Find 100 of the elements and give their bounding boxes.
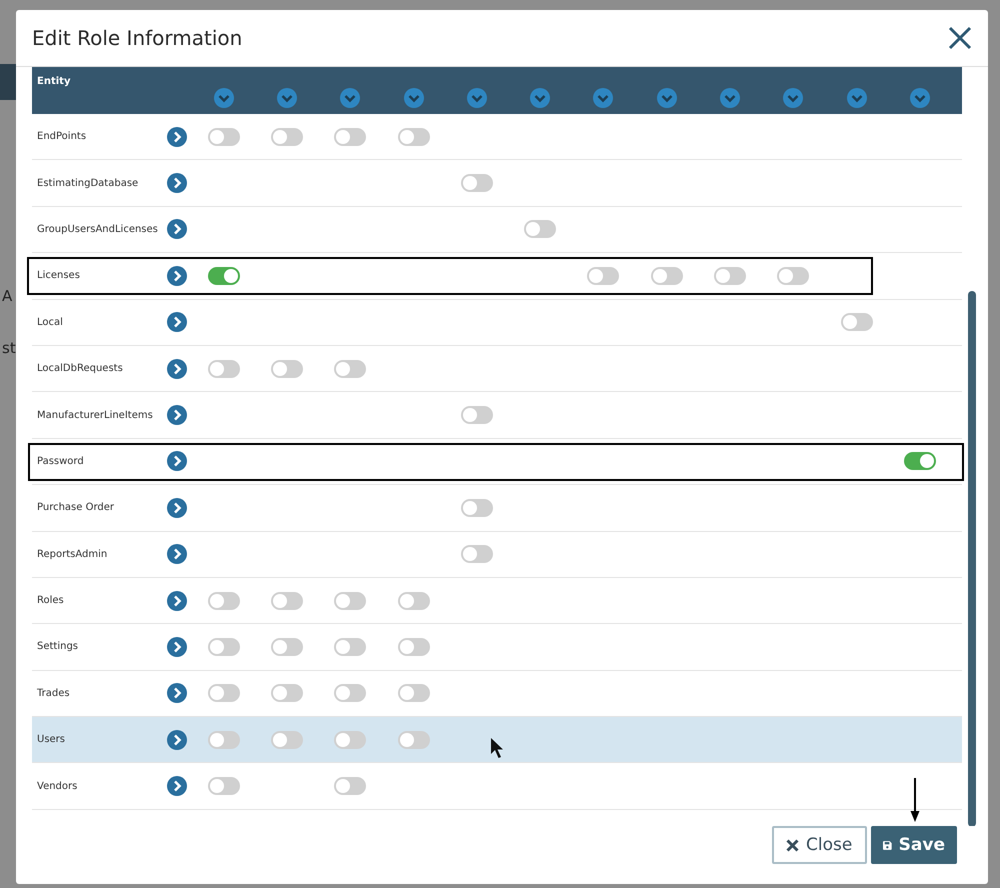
chevron-right-icon[interactable]: [167, 219, 187, 240]
chevron-right-icon[interactable]: [167, 405, 187, 426]
toggle-switch[interactable]: [270, 638, 303, 656]
chevron-right-icon[interactable]: [167, 636, 187, 657]
chevron-right-icon[interactable]: [167, 544, 187, 564]
table-row[interactable]: Purchase Order: [32, 485, 962, 532]
chevron-down-icon[interactable]: [340, 88, 360, 108]
toggle-switch[interactable]: [904, 452, 936, 470]
table-row[interactable]: EstimatingDatabase: [32, 160, 962, 207]
chevron-down-icon[interactable]: [720, 88, 740, 108]
table-row[interactable]: Vendors: [32, 763, 962, 810]
table-row[interactable]: LocalDbRequests: [32, 346, 962, 392]
table-row[interactable]: Roles: [32, 578, 962, 624]
toggle-switch[interactable]: [777, 266, 810, 285]
column-header: Entity: [36, 75, 70, 87]
chevron-right-icon[interactable]: [167, 776, 187, 796]
table-row[interactable]: GroupUsersAndLicenses: [32, 206, 962, 254]
chevron-right-icon[interactable]: [167, 730, 187, 750]
chevron-right-icon[interactable]: [167, 358, 187, 379]
chevron-down-icon[interactable]: [530, 88, 550, 108]
toggle-switch[interactable]: [840, 313, 873, 332]
cursor-icon: [490, 737, 504, 760]
toggle-switch[interactable]: [398, 684, 430, 702]
chevron-down-icon[interactable]: [846, 88, 867, 108]
toggle-switch[interactable]: [208, 592, 240, 610]
toggle-switch[interactable]: [208, 777, 240, 796]
chevron-right-icon[interactable]: [167, 498, 187, 518]
toggle-switch[interactable]: [460, 174, 493, 192]
table-row[interactable]: Password: [32, 438, 962, 486]
entity-name: Settings: [36, 641, 78, 652]
entity-name: Trades: [36, 688, 70, 699]
close-button[interactable]: Close: [772, 826, 867, 864]
toggle-switch[interactable]: [334, 592, 366, 610]
entity-name: Purchase Order: [36, 502, 114, 514]
toggle-switch[interactable]: [270, 360, 303, 378]
entity-name: Local: [36, 316, 63, 328]
chevron-right-icon[interactable]: [167, 451, 187, 472]
entity-name: Users: [36, 734, 66, 746]
toggle-switch[interactable]: [334, 777, 366, 796]
entity-name: ManufacturerLineItems: [36, 410, 153, 421]
chevron-down-icon[interactable]: [656, 88, 677, 108]
chevron-right-icon[interactable]: [167, 173, 187, 194]
table-row[interactable]: Licenses: [32, 253, 962, 300]
toggle-switch[interactable]: [208, 128, 240, 146]
toggle-switch[interactable]: [460, 498, 493, 517]
scrollbar-thumb[interactable]: [968, 291, 976, 826]
chevron-down-icon[interactable]: [910, 88, 930, 108]
toggle-switch[interactable]: [270, 128, 303, 146]
entity-name: EndPoints: [36, 131, 86, 142]
chevron-down-icon[interactable]: [466, 88, 487, 108]
close-icon[interactable]: [948, 26, 972, 50]
toggle-switch[interactable]: [398, 128, 430, 146]
toggle-switch[interactable]: [208, 684, 240, 702]
arrow-annotation: [910, 778, 920, 822]
chevron-down-icon[interactable]: [214, 88, 234, 108]
chevron-down-icon[interactable]: [783, 88, 804, 108]
toggle-switch[interactable]: [334, 730, 366, 749]
toggle-switch[interactable]: [460, 545, 493, 564]
toggle-switch[interactable]: [334, 128, 366, 146]
toggle-switch[interactable]: [650, 266, 683, 285]
selected-table-row[interactable]: Users: [32, 717, 962, 764]
entity-name: Licenses: [36, 270, 80, 282]
table-row[interactable]: Settings: [32, 624, 962, 671]
toggle-switch[interactable]: [398, 730, 430, 749]
entity-name: Password: [36, 456, 84, 467]
toggle-switch[interactable]: [208, 730, 240, 749]
toggle-switch[interactable]: [714, 266, 746, 285]
toggle-switch[interactable]: [334, 684, 366, 702]
toggle-switch[interactable]: [460, 406, 493, 424]
toggle-switch[interactable]: [524, 220, 556, 238]
toggle-switch[interactable]: [398, 638, 430, 656]
toggle-switch[interactable]: [208, 360, 240, 378]
toggle-switch[interactable]: [334, 638, 366, 656]
chevron-right-icon[interactable]: [167, 590, 187, 611]
table-row[interactable]: EndPoints: [32, 114, 962, 160]
toggle-switch[interactable]: [270, 730, 303, 749]
dialog-title: Edit Role Information: [32, 26, 242, 50]
table-row[interactable]: Local: [32, 300, 962, 346]
background-text: st: [2, 338, 16, 358]
chevron-down-icon[interactable]: [276, 88, 297, 108]
chevron-right-icon[interactable]: [167, 683, 187, 704]
toggle-switch[interactable]: [398, 592, 430, 610]
toggle-switch[interactable]: [587, 266, 620, 285]
toggle-switch[interactable]: [270, 592, 303, 610]
toggle-switch[interactable]: [208, 638, 240, 656]
chevron-down-icon[interactable]: [404, 88, 424, 108]
table-row[interactable]: ReportsAdmin: [32, 532, 962, 578]
entity-name: GroupUsersAndLicenses: [36, 224, 158, 235]
chevron-down-icon[interactable]: [593, 88, 614, 108]
toggle-switch[interactable]: [208, 266, 240, 285]
toggle-switch[interactable]: [334, 360, 366, 378]
toggle-switch[interactable]: [270, 684, 303, 702]
table-row[interactable]: ManufacturerLineItems: [32, 392, 962, 439]
entity-name: Roles: [36, 595, 64, 606]
chevron-right-icon[interactable]: [167, 126, 187, 147]
save-button[interactable]: Save: [871, 826, 957, 864]
background-header-bar: [0, 64, 16, 100]
chevron-right-icon[interactable]: [167, 312, 187, 332]
chevron-right-icon[interactable]: [167, 266, 187, 286]
entity-name: Vendors: [36, 780, 78, 792]
